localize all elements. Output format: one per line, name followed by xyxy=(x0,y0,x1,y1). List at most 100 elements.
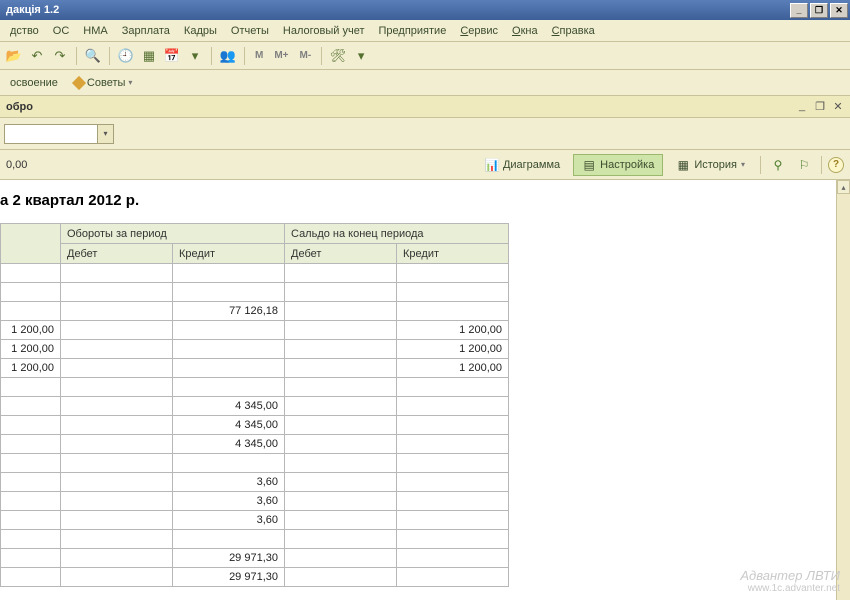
osvoenie-button[interactable]: освоение xyxy=(4,75,64,91)
table-cell[interactable] xyxy=(61,549,173,568)
table-cell[interactable] xyxy=(397,435,509,454)
table-cell[interactable] xyxy=(1,283,61,302)
table-cell[interactable]: 3,60 xyxy=(173,473,285,492)
table-cell[interactable] xyxy=(173,340,285,359)
undo-icon[interactable]: ↶ xyxy=(27,46,47,66)
clock-icon[interactable]: 🕘 xyxy=(116,46,136,66)
table-cell[interactable] xyxy=(61,511,173,530)
tools-icon[interactable]: 🛠 xyxy=(328,46,348,66)
table-cell[interactable] xyxy=(285,549,397,568)
table-cell[interactable] xyxy=(285,283,397,302)
search-icon[interactable]: 🔍 xyxy=(83,46,103,66)
table-cell[interactable] xyxy=(285,530,397,549)
tool1-button[interactable]: ⚲ xyxy=(767,154,789,176)
table-cell[interactable] xyxy=(173,454,285,473)
memory-m[interactable]: M xyxy=(251,50,267,61)
table-cell[interactable] xyxy=(285,359,397,378)
table-cell[interactable] xyxy=(397,492,509,511)
table-cell[interactable] xyxy=(1,302,61,321)
table-cell[interactable] xyxy=(397,530,509,549)
table-cell[interactable] xyxy=(61,264,173,283)
table-cell[interactable] xyxy=(397,283,509,302)
tools-dropdown-icon[interactable]: ▾ xyxy=(351,46,371,66)
doc-minimize-button[interactable]: _ xyxy=(794,99,810,114)
table-cell[interactable] xyxy=(397,568,509,587)
table-cell[interactable]: 1 200,00 xyxy=(397,359,509,378)
menu-item[interactable]: Зарплата xyxy=(116,22,176,40)
users-icon[interactable]: 👥 xyxy=(218,46,238,66)
table-cell[interactable] xyxy=(285,416,397,435)
table-cell[interactable]: 1 200,00 xyxy=(397,321,509,340)
table-cell[interactable] xyxy=(61,359,173,378)
table-cell[interactable]: 1 200,00 xyxy=(1,321,61,340)
table-cell[interactable] xyxy=(1,264,61,283)
table-cell[interactable] xyxy=(285,454,397,473)
table-cell[interactable] xyxy=(61,283,173,302)
table-cell[interactable] xyxy=(1,435,61,454)
table-cell[interactable] xyxy=(285,378,397,397)
vertical-scrollbar[interactable]: ▴ xyxy=(836,180,850,600)
calculator-icon[interactable]: ▦ xyxy=(139,46,159,66)
menu-item[interactable]: Отчеты xyxy=(225,22,275,40)
table-cell[interactable] xyxy=(173,378,285,397)
menu-item[interactable]: Кадры xyxy=(178,22,223,40)
open-icon[interactable]: 📂 xyxy=(4,46,24,66)
table-cell[interactable]: 1 200,00 xyxy=(1,340,61,359)
table-cell[interactable] xyxy=(285,321,397,340)
table-cell[interactable] xyxy=(61,435,173,454)
table-cell[interactable] xyxy=(61,321,173,340)
table-cell[interactable] xyxy=(61,492,173,511)
table-cell[interactable]: 29 971,30 xyxy=(173,549,285,568)
diagram-button[interactable]: 📊 Диаграмма xyxy=(476,154,569,176)
table-cell[interactable] xyxy=(397,378,509,397)
menu-item[interactable]: дство xyxy=(4,22,45,40)
memory-m-minus[interactable]: M- xyxy=(296,50,316,61)
menu-item[interactable]: Налоговый учет xyxy=(277,22,371,40)
menu-item[interactable]: Справка xyxy=(546,22,601,40)
table-cell[interactable] xyxy=(397,511,509,530)
minimize-button[interactable]: _ xyxy=(790,3,808,18)
table-cell[interactable] xyxy=(397,416,509,435)
table-cell[interactable] xyxy=(285,340,397,359)
restore-button[interactable]: ❐ xyxy=(810,3,828,18)
table-cell[interactable] xyxy=(397,454,509,473)
table-cell[interactable] xyxy=(285,473,397,492)
table-cell[interactable] xyxy=(61,568,173,587)
table-cell[interactable] xyxy=(61,378,173,397)
menu-item[interactable]: НМА xyxy=(77,22,113,40)
doc-close-button[interactable]: ✕ xyxy=(830,99,846,114)
table-cell[interactable] xyxy=(61,473,173,492)
table-cell[interactable] xyxy=(61,302,173,321)
redo-icon[interactable]: ↷ xyxy=(50,46,70,66)
table-cell[interactable] xyxy=(397,397,509,416)
table-cell[interactable] xyxy=(1,397,61,416)
table-cell[interactable]: 1 200,00 xyxy=(1,359,61,378)
table-cell[interactable] xyxy=(173,321,285,340)
table-cell[interactable]: 4 345,00 xyxy=(173,435,285,454)
calendar-icon[interactable]: 📅 xyxy=(162,46,182,66)
table-cell[interactable] xyxy=(397,473,509,492)
table-cell[interactable] xyxy=(285,492,397,511)
table-cell[interactable] xyxy=(397,264,509,283)
table-cell[interactable]: 3,60 xyxy=(173,492,285,511)
menu-item[interactable]: Предприятие xyxy=(373,22,453,40)
memory-m-plus[interactable]: M+ xyxy=(270,50,292,61)
table-cell[interactable] xyxy=(61,530,173,549)
table-cell[interactable]: 77 126,18 xyxy=(173,302,285,321)
table-cell[interactable] xyxy=(397,549,509,568)
table-cell[interactable]: 29 971,30 xyxy=(173,568,285,587)
table-cell[interactable] xyxy=(1,492,61,511)
menu-item[interactable]: ОС xyxy=(47,22,76,40)
history-button[interactable]: ▦ История ▾ xyxy=(667,154,754,176)
tool2-button[interactable]: ⚐ xyxy=(793,154,815,176)
table-cell[interactable]: 1 200,00 xyxy=(397,340,509,359)
dropdown-icon[interactable]: ▾ xyxy=(185,46,205,66)
table-cell[interactable]: 4 345,00 xyxy=(173,397,285,416)
close-button[interactable]: ✕ xyxy=(830,3,848,18)
menu-item[interactable]: Окна xyxy=(506,22,544,40)
table-cell[interactable]: 4 345,00 xyxy=(173,416,285,435)
table-cell[interactable] xyxy=(285,264,397,283)
table-cell[interactable] xyxy=(285,511,397,530)
table-cell[interactable] xyxy=(1,530,61,549)
table-cell[interactable] xyxy=(173,283,285,302)
